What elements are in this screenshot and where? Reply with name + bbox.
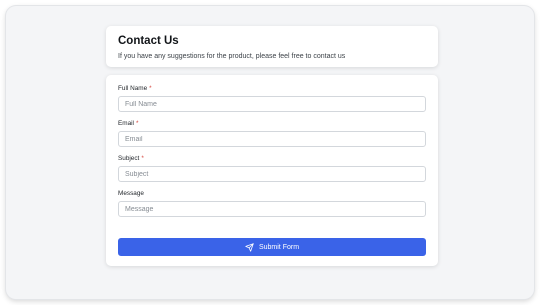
full-name-input[interactable] xyxy=(118,96,426,112)
message-input[interactable] xyxy=(118,201,426,217)
email-label-text: Email xyxy=(118,120,134,127)
email-label: Email * xyxy=(118,120,138,128)
email-input[interactable] xyxy=(118,131,426,147)
header-card: Contact Us If you have any suggestions f… xyxy=(106,26,438,67)
subject-input[interactable] xyxy=(118,166,426,182)
required-mark: * xyxy=(135,120,139,127)
message-label: Message xyxy=(118,190,144,197)
contact-form: Full Name* Email* Subject* Message Submi… xyxy=(106,75,438,266)
page-title: Contact Us xyxy=(118,35,179,47)
subject-label-text: Subject xyxy=(118,155,140,162)
submit-label: Submit Form xyxy=(258,243,300,251)
page-subtitle: If you have any suggestions for the prod… xyxy=(118,53,346,60)
subject-label: Subject * xyxy=(118,155,144,163)
submit-form-button[interactable]: Submit Form xyxy=(118,238,426,256)
required-mark: * xyxy=(141,155,144,162)
full-name-label-text: Full Name xyxy=(118,85,148,92)
send-icon xyxy=(245,242,254,252)
required-mark: * xyxy=(149,85,152,92)
app-window: Contact Us If you have any suggestions f… xyxy=(6,6,534,299)
full-name-label: Full Name * xyxy=(118,85,152,93)
